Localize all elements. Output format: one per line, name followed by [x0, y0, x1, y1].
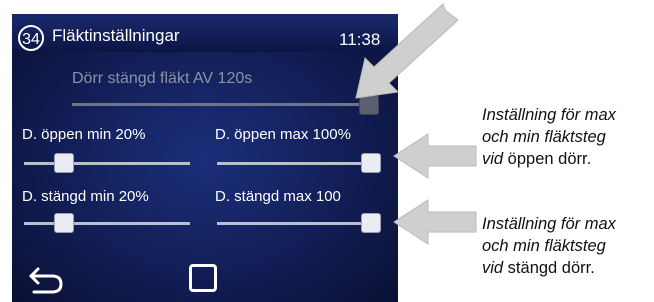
- annotation-open-line1: Inställning för max: [482, 106, 616, 124]
- annotation-closed-vid: vid: [482, 259, 504, 277]
- left-arrow-icon-closed: [393, 199, 477, 245]
- annotation-open-door: Inställning för max och min fläktsteg vi…: [482, 104, 616, 170]
- left-arrow-icon-open: [393, 133, 477, 179]
- annotation-open-vid: vid: [482, 150, 504, 168]
- annotation-open-line2: och min fläktsteg: [482, 128, 606, 146]
- annotation-closed-line2: och min fläktsteg: [482, 237, 606, 255]
- annotation-closed-door: Inställning för max och min fläktsteg vi…: [482, 213, 616, 279]
- annotation-open-line3: öppen dörr.: [503, 150, 592, 168]
- diagonal-arrow-icon: [355, 3, 459, 99]
- annotation-closed-line3: stängd dörr.: [503, 259, 595, 277]
- annotation-closed-line1: Inställning för max: [482, 215, 616, 233]
